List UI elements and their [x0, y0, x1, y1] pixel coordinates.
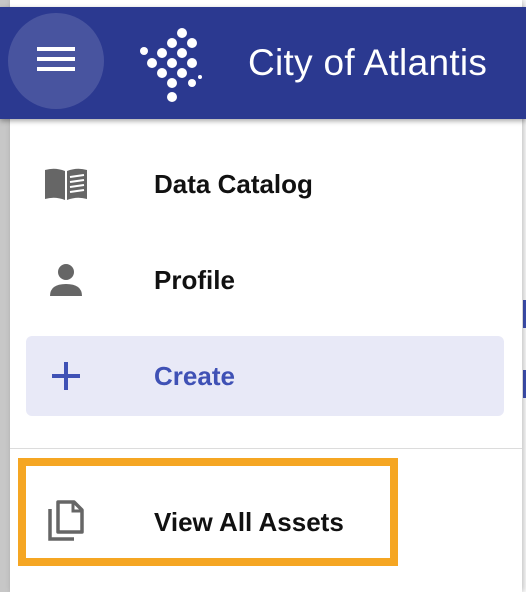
book-open-icon: [42, 160, 90, 208]
app-title: City of Atlantis: [248, 42, 488, 83]
top-edge: [10, 0, 522, 7]
menu-button[interactable]: [8, 13, 104, 109]
plus-icon: [42, 352, 90, 400]
hamburger-menu-icon: [37, 46, 75, 77]
nav-item-label: View All Assets: [154, 506, 344, 537]
dotted-diamond-logo: [130, 27, 210, 103]
app-bar: City of Atlantis: [0, 7, 526, 119]
nav-item-data-catalog[interactable]: Data Catalog: [26, 144, 504, 224]
nav-item-label: Create: [154, 360, 235, 391]
copy-documents-icon: [42, 498, 90, 546]
nav-item-label: Data Catalog: [154, 168, 313, 199]
drawer-divider: [10, 448, 522, 449]
person-icon: [42, 256, 90, 304]
nav-item-label: Profile: [154, 264, 235, 295]
nav-item-view-all-assets[interactable]: View All Assets: [26, 482, 504, 562]
nav-item-create[interactable]: Create: [26, 336, 504, 416]
nav-item-profile[interactable]: Profile: [26, 240, 504, 320]
